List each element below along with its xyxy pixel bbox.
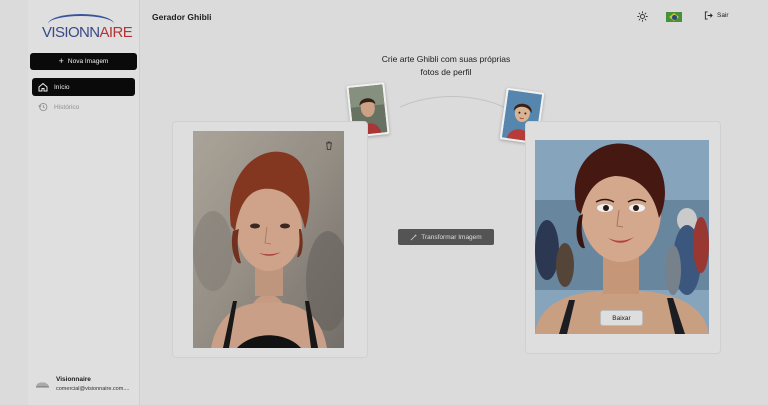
sidebar-item-label: Início	[54, 83, 70, 91]
visionnaire-car-icon	[36, 382, 49, 388]
logout-button[interactable]: Sair	[704, 11, 729, 20]
download-button[interactable]: Baixar	[600, 310, 643, 326]
sidebar-item-inicio[interactable]: Início	[32, 78, 135, 96]
logo-text: VISIONNAIRE	[42, 24, 133, 41]
headline-line-2: fotos de perfil	[420, 67, 472, 77]
new-image-button[interactable]: + Nova Imagem	[30, 53, 137, 70]
uploaded-photo	[193, 131, 344, 348]
sun-icon[interactable]	[637, 11, 648, 22]
sidebar-item-historico[interactable]: Histórico	[32, 98, 135, 116]
transform-image-button[interactable]: Transformar Imagem	[398, 229, 494, 245]
ghibli-result-image	[535, 140, 709, 334]
logout-label: Sair	[717, 12, 729, 19]
magic-wand-icon	[410, 233, 417, 240]
brazil-flag-icon[interactable]	[666, 12, 682, 22]
user-name: Visionnaire	[56, 376, 91, 383]
logout-icon	[704, 11, 713, 20]
page-title: Gerador Ghibli	[152, 12, 212, 22]
plus-icon: +	[58, 56, 64, 66]
transform-arrow-curve	[399, 96, 505, 108]
headline: Crie arte Ghibli com suas próprias fotos…	[370, 53, 522, 79]
headline-line-1: Crie arte Ghibli com suas próprias	[381, 54, 511, 64]
sidebar-item-label: Histórico	[54, 103, 80, 111]
new-image-label: Nova Imagem	[67, 58, 109, 65]
sidebar: VISIONNAIRE + Nova Imagem Início Históri…	[28, 0, 140, 405]
delete-image-icon[interactable]	[325, 141, 333, 150]
history-icon	[37, 102, 48, 113]
user-email: comercial@visionnaire.com....	[56, 386, 130, 392]
visionnaire-logo[interactable]: VISIONNAIRE	[42, 12, 133, 46]
home-icon	[37, 82, 48, 93]
transform-button-label: Transformar Imagem	[421, 233, 482, 241]
